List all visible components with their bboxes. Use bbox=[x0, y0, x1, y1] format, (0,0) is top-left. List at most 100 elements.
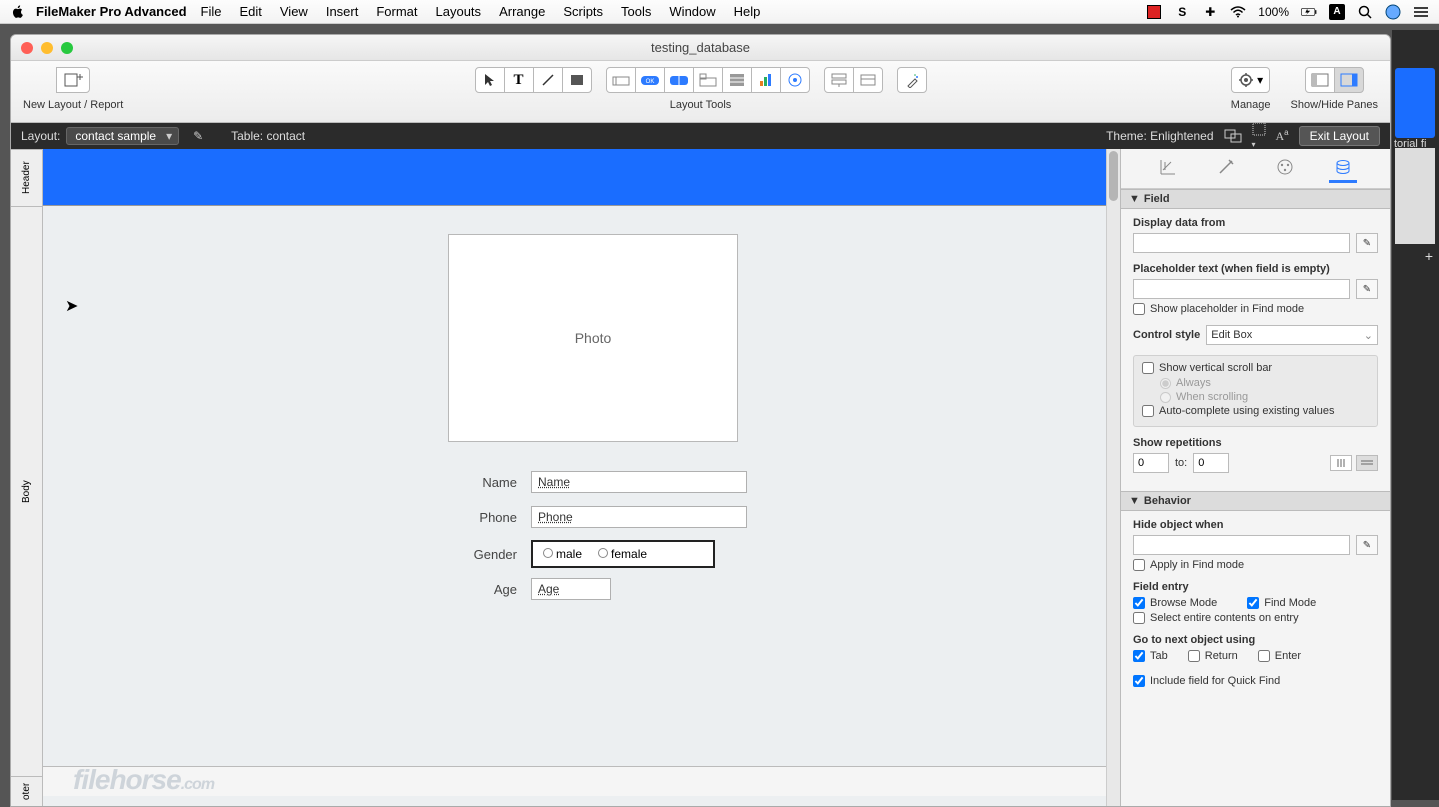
select-entire-checkbox[interactable] bbox=[1133, 612, 1145, 624]
rectangle-tool[interactable] bbox=[562, 67, 592, 93]
screen-icon[interactable] bbox=[1224, 129, 1242, 143]
app-name[interactable]: FileMaker Pro Advanced bbox=[36, 4, 187, 19]
tray-icon-2[interactable]: S bbox=[1174, 4, 1190, 20]
portal-tool[interactable] bbox=[722, 67, 752, 93]
menu-tools[interactable]: Tools bbox=[621, 4, 651, 19]
menu-view[interactable]: View bbox=[280, 4, 308, 19]
window-titlebar[interactable]: testing_database bbox=[11, 35, 1390, 61]
rep-to-input[interactable] bbox=[1193, 453, 1229, 473]
apple-icon[interactable] bbox=[10, 4, 26, 20]
tray-icon-plus[interactable]: ✚ bbox=[1202, 4, 1218, 20]
return-checkbox[interactable] bbox=[1188, 650, 1200, 662]
inspector-section-field[interactable]: ▼ Field bbox=[1121, 189, 1390, 209]
right-pane-toggle[interactable] bbox=[1334, 67, 1364, 93]
menu-edit[interactable]: Edit bbox=[239, 4, 261, 19]
browse-mode-checkbox[interactable] bbox=[1133, 597, 1145, 609]
tab-checkbox[interactable] bbox=[1133, 650, 1145, 662]
notification-center-icon[interactable] bbox=[1413, 4, 1429, 20]
canvas-scrollbar[interactable] bbox=[1106, 149, 1120, 806]
tray-icon-1[interactable] bbox=[1146, 4, 1162, 20]
line-tool[interactable] bbox=[533, 67, 563, 93]
menu-insert[interactable]: Insert bbox=[326, 4, 359, 19]
theme-label[interactable]: Theme: Enlightened bbox=[1106, 129, 1213, 143]
control-style-select[interactable]: Edit Box bbox=[1206, 325, 1378, 345]
hide-when-input[interactable] bbox=[1133, 535, 1350, 555]
menu-file[interactable]: File bbox=[201, 4, 222, 19]
layout-body-part[interactable]: ➤ Photo Name Name Phone Phone Gender mal… bbox=[43, 206, 1118, 766]
text-tool[interactable]: T bbox=[504, 67, 534, 93]
part-label-body[interactable]: Body bbox=[11, 206, 42, 776]
part-label-footer[interactable]: oter bbox=[11, 776, 42, 806]
tray-a-icon[interactable]: A bbox=[1329, 4, 1345, 20]
grid-icon[interactable]: ▾ bbox=[1252, 122, 1266, 150]
show-vscroll-checkbox[interactable] bbox=[1142, 362, 1154, 374]
exit-layout-button[interactable]: Exit Layout bbox=[1299, 126, 1380, 146]
rep-from-input[interactable] bbox=[1133, 453, 1169, 473]
phone-field[interactable]: Phone bbox=[531, 506, 747, 528]
inspector-section-behavior[interactable]: ▼ Behavior bbox=[1121, 491, 1390, 511]
left-pane-toggle[interactable] bbox=[1305, 67, 1335, 93]
battery-icon[interactable] bbox=[1301, 4, 1317, 20]
radio-female-icon[interactable] bbox=[598, 548, 608, 558]
partttool[interactable] bbox=[853, 67, 883, 93]
apply-find-checkbox[interactable] bbox=[1133, 559, 1145, 571]
find-mode-checkbox[interactable] bbox=[1247, 597, 1259, 609]
manage-button[interactable]: ▾ bbox=[1231, 67, 1270, 93]
tray-circle-icon[interactable] bbox=[1385, 4, 1401, 20]
selection-tool[interactable] bbox=[475, 67, 505, 93]
textformat-icon[interactable]: Aa bbox=[1276, 128, 1289, 144]
battery-percent: 100% bbox=[1258, 5, 1289, 19]
layout-dropdown[interactable]: contact sample bbox=[66, 127, 179, 145]
quick-find-checkbox[interactable] bbox=[1133, 675, 1145, 687]
hide-when-edit-button[interactable]: ✎ bbox=[1356, 535, 1378, 555]
rep-horizontal-icon[interactable] bbox=[1356, 455, 1378, 471]
chart-tool[interactable] bbox=[751, 67, 781, 93]
traffic-lights bbox=[21, 42, 73, 54]
gender-field[interactable]: male female bbox=[531, 540, 715, 568]
display-data-input[interactable] bbox=[1133, 233, 1350, 253]
webviewer-tool[interactable] bbox=[780, 67, 810, 93]
close-button[interactable] bbox=[21, 42, 33, 54]
field-tool[interactable] bbox=[606, 67, 636, 93]
menu-window[interactable]: Window bbox=[669, 4, 715, 19]
placeholder-edit-button[interactable]: ✎ bbox=[1356, 279, 1378, 299]
autocomplete-checkbox[interactable] bbox=[1142, 405, 1154, 417]
name-label: Name bbox=[461, 475, 517, 490]
edit-layout-icon[interactable]: ✎ bbox=[189, 127, 207, 145]
inspector-tab-position[interactable] bbox=[1154, 155, 1182, 183]
menu-layouts[interactable]: Layouts bbox=[436, 4, 482, 19]
menubar-right: S ✚ 100% A bbox=[1146, 4, 1429, 20]
fieldpicker-tool[interactable] bbox=[824, 67, 854, 93]
layout-header-part[interactable] bbox=[43, 149, 1118, 206]
main-area: Header Body oter ➤ Photo Name Name Phone… bbox=[11, 149, 1390, 806]
zoom-button[interactable] bbox=[61, 42, 73, 54]
menu-help[interactable]: Help bbox=[734, 4, 761, 19]
layout-canvas[interactable]: ➤ Photo Name Name Phone Phone Gender mal… bbox=[43, 149, 1118, 796]
show-placeholder-find-checkbox[interactable] bbox=[1133, 303, 1145, 315]
inspector-tab-appearance[interactable] bbox=[1271, 155, 1299, 183]
name-field[interactable]: Name bbox=[531, 471, 747, 493]
spotlight-icon[interactable] bbox=[1357, 4, 1373, 20]
inspector-tab-styles[interactable] bbox=[1212, 155, 1240, 183]
part-label-header[interactable]: Header bbox=[11, 149, 42, 206]
display-data-edit-button[interactable]: ✎ bbox=[1356, 233, 1378, 253]
scrollbar-thumb[interactable] bbox=[1109, 151, 1118, 201]
button-tool[interactable]: OK bbox=[635, 67, 665, 93]
gender-male-label: male bbox=[556, 547, 582, 561]
minimize-button[interactable] bbox=[41, 42, 53, 54]
formatpainter-tool[interactable] bbox=[897, 67, 927, 93]
wifi-icon[interactable] bbox=[1230, 4, 1246, 20]
new-layout-button[interactable] bbox=[56, 67, 90, 93]
inspector-tab-data[interactable] bbox=[1329, 155, 1357, 183]
buttonbar-tool[interactable] bbox=[664, 67, 694, 93]
enter-checkbox[interactable] bbox=[1258, 650, 1270, 662]
age-field[interactable]: Age bbox=[531, 578, 611, 600]
tabcontrol-tool[interactable] bbox=[693, 67, 723, 93]
menu-scripts[interactable]: Scripts bbox=[563, 4, 603, 19]
placeholder-text-input[interactable] bbox=[1133, 279, 1350, 299]
menu-arrange[interactable]: Arrange bbox=[499, 4, 545, 19]
photo-container-field[interactable]: Photo bbox=[448, 234, 738, 442]
menu-format[interactable]: Format bbox=[376, 4, 417, 19]
radio-male-icon[interactable] bbox=[543, 548, 553, 558]
rep-vertical-icon[interactable] bbox=[1330, 455, 1352, 471]
